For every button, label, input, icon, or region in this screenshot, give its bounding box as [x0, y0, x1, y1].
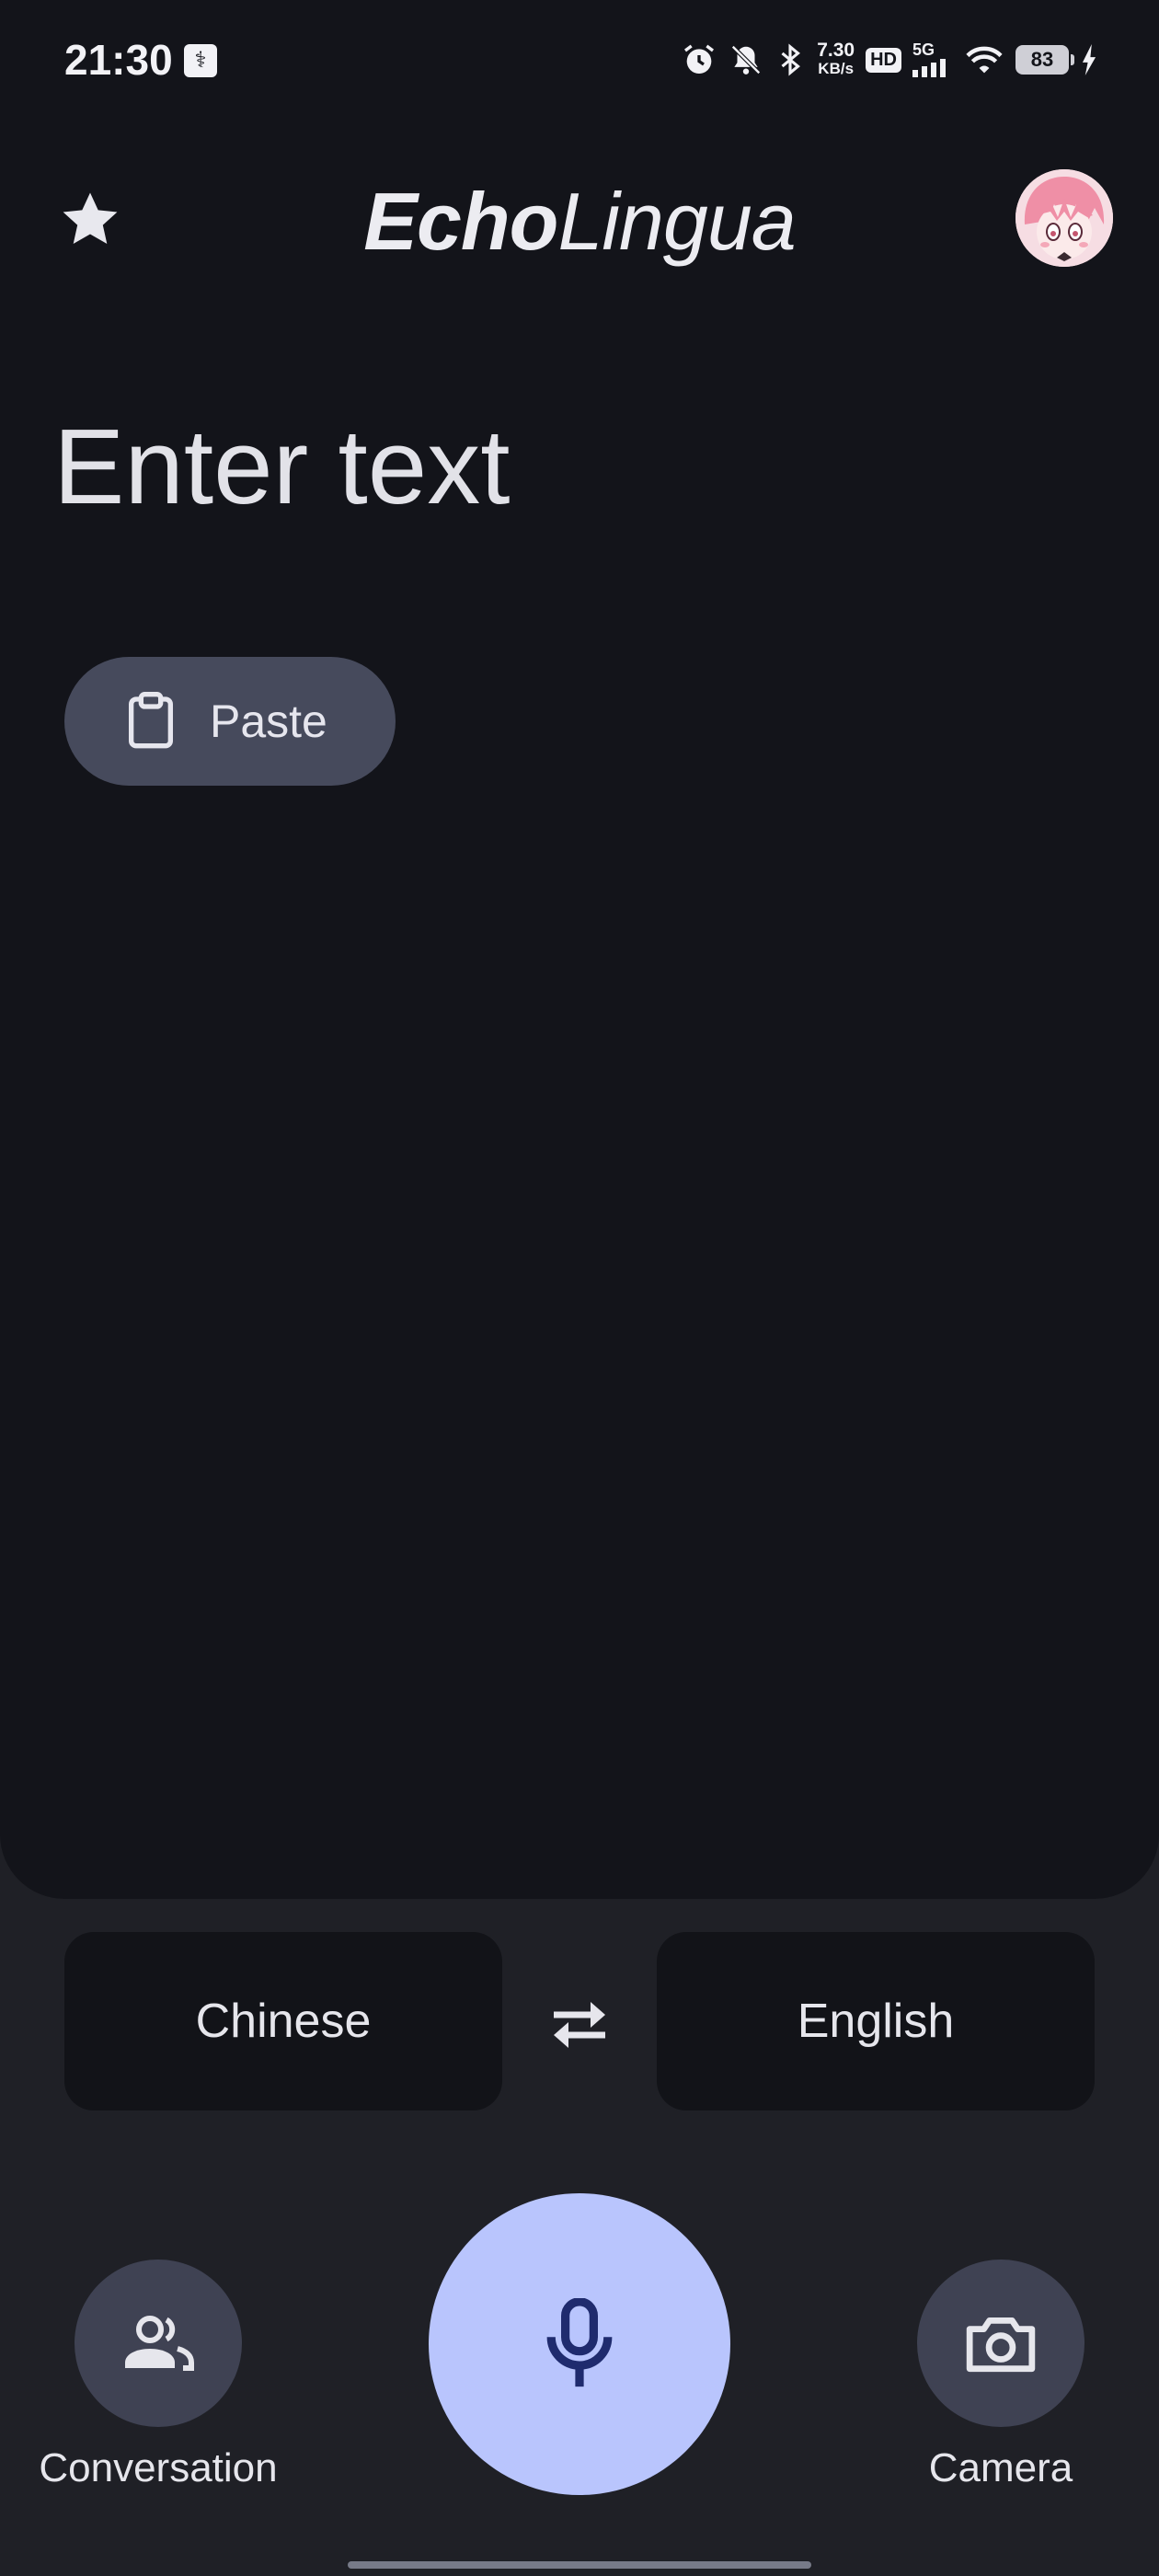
- app-title-bold: Echo: [363, 176, 558, 267]
- app-screen: 21:30 ⚕ 7.30 KB/s HD 5G 83 EchoLingua En…: [0, 0, 1159, 2576]
- app-title-regular: Lingua: [557, 176, 796, 267]
- status-time: 21:30: [64, 36, 173, 84]
- wifi-icon: [964, 43, 1004, 76]
- clipboard-icon: [129, 692, 173, 749]
- net-speed-value: 7.30: [817, 40, 855, 61]
- home-indicator[interactable]: [348, 2561, 811, 2569]
- microphone-button[interactable]: [429, 2193, 730, 2495]
- input-panel[interactable]: [0, 0, 1159, 1899]
- network-label: 5G: [912, 40, 935, 59]
- microphone-icon: [546, 2298, 613, 2387]
- battery-indicator: 83: [1016, 45, 1074, 75]
- text-input-placeholder[interactable]: Enter text: [53, 405, 1065, 528]
- avatar[interactable]: [1016, 169, 1113, 267]
- people-icon: [125, 2316, 194, 2371]
- paste-label: Paste: [210, 696, 327, 747]
- target-language-label: English: [797, 1995, 955, 2048]
- bluetooth-icon: [775, 42, 806, 77]
- camera-button[interactable]: [917, 2260, 1084, 2427]
- status-bar: 21:30 ⚕ 7.30 KB/s HD 5G 83: [0, 0, 1159, 120]
- target-language-button[interactable]: English: [657, 1932, 1095, 2110]
- camera-icon: [966, 2317, 1036, 2373]
- swap-arrows-icon: [554, 2002, 605, 2048]
- net-speed-unit: KB/s: [818, 60, 855, 77]
- charging-bolt-icon: [1080, 44, 1098, 75]
- hd-badge: HD: [866, 47, 901, 73]
- source-language-button[interactable]: Chinese: [64, 1932, 502, 2110]
- conversation-button[interactable]: [75, 2260, 242, 2427]
- usb-debug-icon: ⚕: [184, 44, 217, 77]
- swap-languages-button[interactable]: [534, 1978, 625, 2070]
- app-title: EchoLingua: [0, 175, 1159, 269]
- net-speed: 7.30 KB/s: [817, 40, 855, 78]
- bell-muted-icon: [729, 42, 763, 77]
- alarm-icon: [681, 41, 717, 78]
- paste-button[interactable]: Paste: [64, 657, 396, 786]
- source-language-label: Chinese: [195, 1995, 372, 2048]
- signal-5g-icon: 5G: [912, 40, 953, 77]
- status-icons: 7.30 KB/s HD 5G 83: [681, 37, 1098, 83]
- conversation-label: Conversation: [39, 2445, 278, 2490]
- camera-label: Camera: [928, 2445, 1073, 2490]
